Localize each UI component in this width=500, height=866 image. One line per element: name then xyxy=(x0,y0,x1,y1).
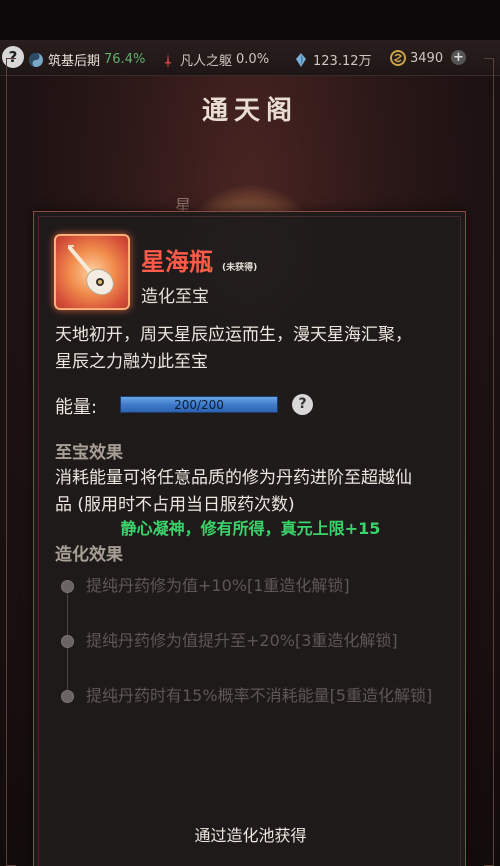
currency-stat: 3490 xyxy=(390,50,443,66)
energy-progress-bar: 200/200 xyxy=(120,396,278,413)
creation-effect-item: 提纯丹药修为值提升至+20%[3重造化解锁] xyxy=(86,631,398,650)
currency-amount: 3490 xyxy=(410,50,444,66)
description-line-1: 天地初开，周天星辰应运而生，漫天星海汇聚， xyxy=(55,325,412,345)
timeline-dot xyxy=(61,580,74,593)
lute-bottle-icon xyxy=(54,234,130,310)
timeline-dot xyxy=(61,635,74,648)
acquire-hint-button[interactable]: 通过造化池获得 xyxy=(34,822,467,846)
spirit-stone-amount: 123.12万 xyxy=(313,54,372,69)
realm-label: 筑基后期 xyxy=(48,54,101,69)
energy-label: 能量: xyxy=(55,397,98,418)
top-black-bar xyxy=(0,0,500,40)
item-description: 天地初开，周天星辰应运而生，漫天星海汇聚， 星辰之力融为此至宝 xyxy=(55,322,455,376)
description-line-2: 星辰之力融为此至宝 xyxy=(55,352,208,372)
frame-right xyxy=(484,58,494,866)
coin-icon xyxy=(390,50,406,66)
timeline-dot xyxy=(61,690,74,703)
item-status: (未获得) xyxy=(222,263,258,273)
creation-effect-item: 提纯丹药修为值+10%[1重造化解锁] xyxy=(86,576,350,595)
item-detail-dialog: 星海瓶 (未获得) 造化至宝 天地初开，周天星辰应运而生，漫天星海汇聚， 星辰之… xyxy=(33,211,466,866)
item-type: 造化至宝 xyxy=(141,287,209,307)
body-stat: 凡人之躯 0.0% xyxy=(160,50,269,69)
treasure-effect-line-1: 消耗能量可将任意品质的修为丹药进阶至超越仙 xyxy=(55,468,412,488)
pavilion-title: 通天阁 xyxy=(201,96,298,126)
sword-icon xyxy=(160,52,176,68)
spirit-stone-icon xyxy=(293,52,309,68)
yin-yang-icon xyxy=(28,52,44,68)
creation-effect-title: 造化效果 xyxy=(55,545,123,565)
realm-percent: 76.4% xyxy=(104,52,146,67)
energy-help-button[interactable]: ? xyxy=(292,394,313,415)
energy-value: 200/200 xyxy=(174,398,224,412)
treasure-effect-title: 至宝效果 xyxy=(55,443,123,463)
treasure-effect-text: 消耗能量可将任意品质的修为丹药进阶至超越仙 品 (服用时不占用当日服药次数) xyxy=(55,465,455,519)
realm-stat: 筑基后期 76.4% xyxy=(28,50,145,69)
body-percent: 0.0% xyxy=(236,52,270,67)
body-label: 凡人之躯 xyxy=(180,54,233,69)
item-name: 星海瓶 xyxy=(141,248,213,276)
frame-left xyxy=(6,58,16,866)
add-currency-button[interactable]: + xyxy=(451,50,466,65)
creation-effect-item: 提纯丹药时有15%概率不消耗能量[5重造化解锁] xyxy=(86,686,433,705)
treasure-bonus: 静心凝神，修有所得，真元上限+15 xyxy=(120,519,381,538)
spirit-stone-stat: 123.12万 xyxy=(293,50,372,69)
